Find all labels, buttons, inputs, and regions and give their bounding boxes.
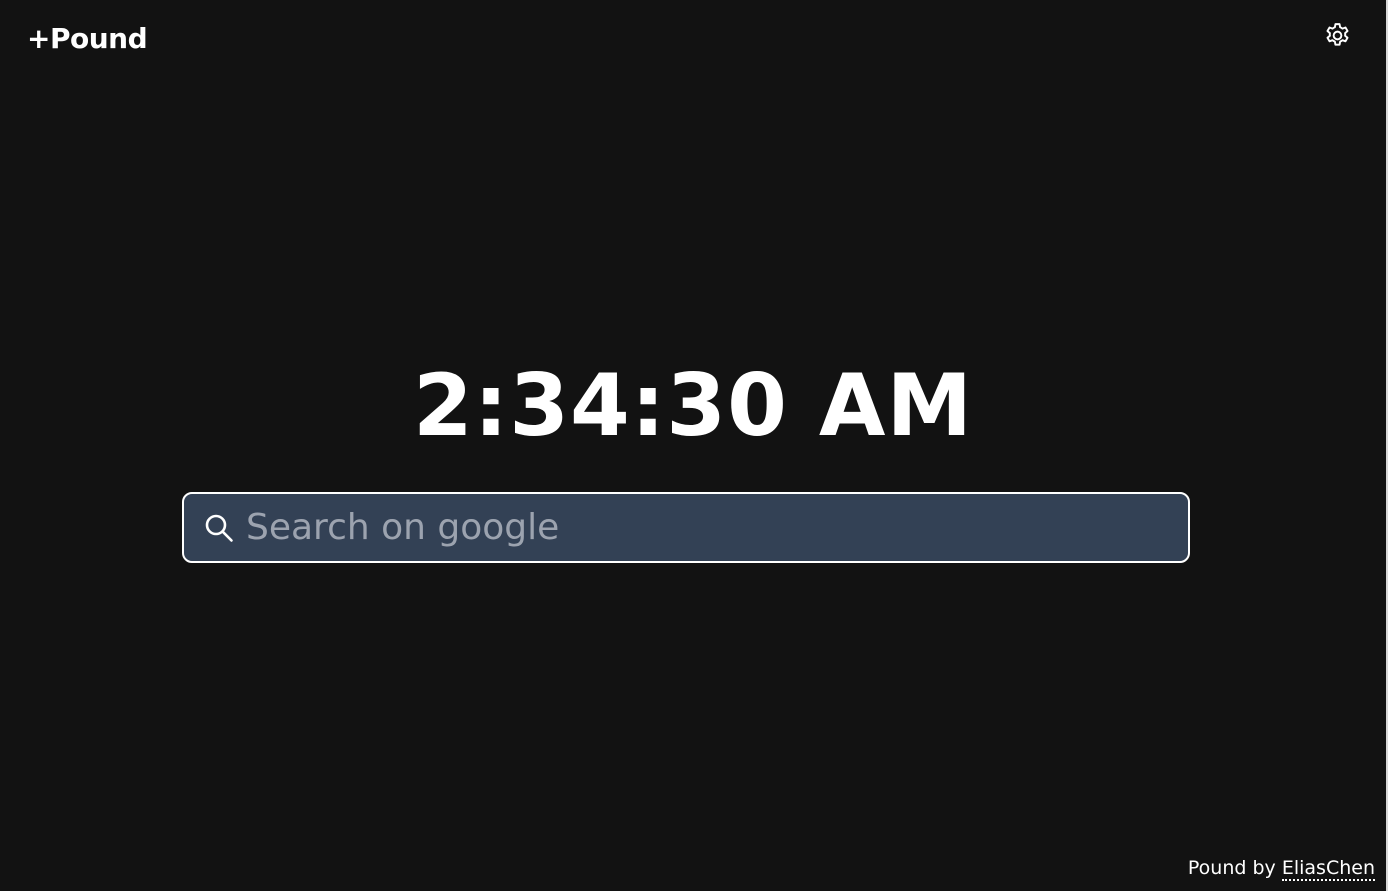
new-tab-page: +Pound 2:34:30 AM Pound by EliasChen [0,0,1388,891]
search-bar[interactable] [182,492,1190,563]
clock-display: 2:34:30 AM [412,356,974,456]
settings-button[interactable] [1321,19,1354,52]
search-icon [205,514,233,542]
footer-credit: Pound by EliasChen [1187,856,1375,881]
search-input[interactable] [246,500,1166,555]
footer-prefix: Pound by [1187,857,1282,879]
author-link[interactable]: EliasChen [1281,857,1375,881]
gear-icon [1326,23,1349,46]
app-logo[interactable]: +Pound [27,22,148,56]
